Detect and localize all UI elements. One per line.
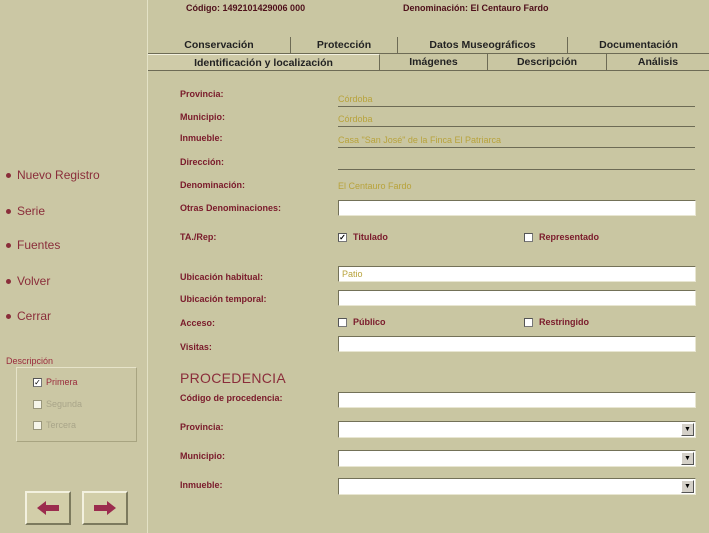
arrow-right-icon	[94, 501, 116, 515]
left-panel: Nuevo Registro Serie Fuentes Volver Cerr…	[0, 0, 148, 533]
tab-row-2: Identificación y localización Imágenes D…	[148, 54, 709, 71]
checkbox-label: Público	[353, 317, 386, 327]
checkbox[interactable]	[338, 317, 347, 327]
direccion-value	[338, 156, 695, 170]
bullet-icon	[6, 208, 11, 214]
municipio-procedencia-select[interactable]: ▼	[338, 450, 696, 467]
provincia-procedencia-select[interactable]: ▼	[338, 421, 696, 438]
nav-cerrar[interactable]: Cerrar	[6, 309, 51, 323]
ubicacion-temporal-label: Ubicación temporal:	[180, 294, 267, 304]
bullet-icon	[6, 242, 11, 248]
otras-denominaciones-label: Otras Denominaciones:	[180, 203, 282, 213]
previous-record-button[interactable]	[25, 491, 71, 525]
restringido-checkbox[interactable]: Restringido	[524, 317, 589, 327]
option-label: Tercera	[46, 420, 77, 430]
tab-proteccion[interactable]: Protección	[291, 37, 398, 53]
tab-conservacion[interactable]: Conservación	[148, 37, 291, 53]
municipio-procedencia-label: Municipio:	[180, 451, 225, 461]
publico-checkbox[interactable]: Público	[338, 317, 386, 327]
checkbox-label: Titulado	[353, 232, 388, 242]
chevron-down-icon[interactable]: ▼	[681, 452, 694, 465]
nav-label: Serie	[17, 204, 46, 218]
visitas-field[interactable]	[338, 336, 696, 352]
tab-row-1: Conservación Protección Datos Museográfi…	[148, 37, 709, 54]
checkbox	[33, 420, 42, 430]
denominacion-value: El Centauro Fardo	[338, 181, 412, 191]
acceso-label: Acceso:	[180, 318, 216, 328]
direccion-label: Dirección:	[180, 157, 225, 167]
checkbox[interactable]	[524, 232, 533, 242]
next-record-button[interactable]	[82, 491, 128, 525]
description-option-primera[interactable]: ✓ Primera	[33, 377, 78, 387]
inmueble-value: Casa "San José" de la Finca El Patriarca	[338, 134, 695, 148]
provincia-procedencia-label: Provincia:	[180, 422, 224, 432]
chevron-down-icon[interactable]: ▼	[681, 480, 694, 493]
nav-label: Cerrar	[17, 309, 52, 323]
checkbox-label: Representado	[539, 232, 600, 242]
arrow-left-icon	[37, 501, 59, 515]
description-option-segunda: Segunda	[33, 399, 82, 409]
bullet-icon	[6, 313, 11, 319]
bullet-icon	[6, 172, 11, 178]
identification-form: Provincia: Córdoba Municipio: Córdoba In…	[148, 76, 709, 533]
titulado-checkbox[interactable]: ✓ Titulado	[338, 232, 388, 242]
nav-fuentes[interactable]: Fuentes	[6, 238, 60, 252]
checkbox[interactable]: ✓	[33, 377, 42, 387]
provincia-value: Córdoba	[338, 93, 695, 107]
tab-analisis[interactable]: Análisis	[607, 54, 709, 70]
option-label: Segunda	[46, 399, 83, 409]
ta-rep-label: TA./Rep:	[180, 232, 217, 242]
record-header: Código: 1492101429006 000 Denominación: …	[148, 0, 709, 24]
municipio-value: Córdoba	[338, 113, 695, 127]
inmueble-label: Inmueble:	[180, 133, 223, 143]
checkbox-label: Restringido	[539, 317, 590, 327]
inmueble-procedencia-label: Inmueble:	[180, 480, 223, 490]
codigo-procedencia-field[interactable]	[338, 392, 696, 408]
tab-identificacion[interactable]: Identificación y localización	[148, 54, 380, 70]
tab-datos-museograficos[interactable]: Datos Museográficos	[398, 37, 568, 53]
nav-label: Volver	[17, 274, 51, 288]
nav-serie[interactable]: Serie	[6, 204, 45, 218]
denominacion-label: Denominación:	[180, 180, 246, 190]
tab-documentacion[interactable]: Documentación	[568, 37, 709, 53]
description-option-tercera: Tercera	[33, 420, 76, 430]
visitas-label: Visitas:	[180, 342, 212, 352]
nav-label: Fuentes	[17, 238, 61, 252]
municipio-label: Municipio:	[180, 112, 225, 122]
nav-label: Nuevo Registro	[17, 168, 100, 182]
ubicacion-habitual-field[interactable]: Patio	[338, 266, 696, 282]
provincia-label: Provincia:	[180, 89, 224, 99]
checkbox[interactable]	[524, 317, 533, 327]
tab-descripcion[interactable]: Descripción	[488, 54, 607, 70]
description-group-label: Descripción	[6, 356, 54, 366]
record-denomination: Denominación: El Centauro Fardo	[403, 3, 549, 13]
nav-volver[interactable]: Volver	[6, 274, 50, 288]
checkbox[interactable]: ✓	[338, 232, 347, 242]
representado-checkbox[interactable]: Representado	[524, 232, 599, 242]
ubicacion-habitual-label: Ubicación habitual:	[180, 272, 264, 282]
nav-nuevo-registro[interactable]: Nuevo Registro	[6, 168, 100, 182]
bullet-icon	[6, 278, 11, 284]
option-label: Primera	[46, 377, 78, 387]
procedencia-section-title: PROCEDENCIA	[180, 370, 286, 386]
inmueble-procedencia-select[interactable]: ▼	[338, 478, 696, 495]
otras-denominaciones-field[interactable]	[338, 200, 696, 216]
codigo-procedencia-label: Código de procedencia:	[180, 393, 283, 403]
tab-imagenes[interactable]: Imágenes	[380, 54, 488, 70]
checkbox	[33, 399, 42, 409]
chevron-down-icon[interactable]: ▼	[681, 423, 694, 436]
ubicacion-temporal-field[interactable]	[338, 290, 696, 306]
record-code: Código: 1492101429006 000	[186, 3, 306, 13]
